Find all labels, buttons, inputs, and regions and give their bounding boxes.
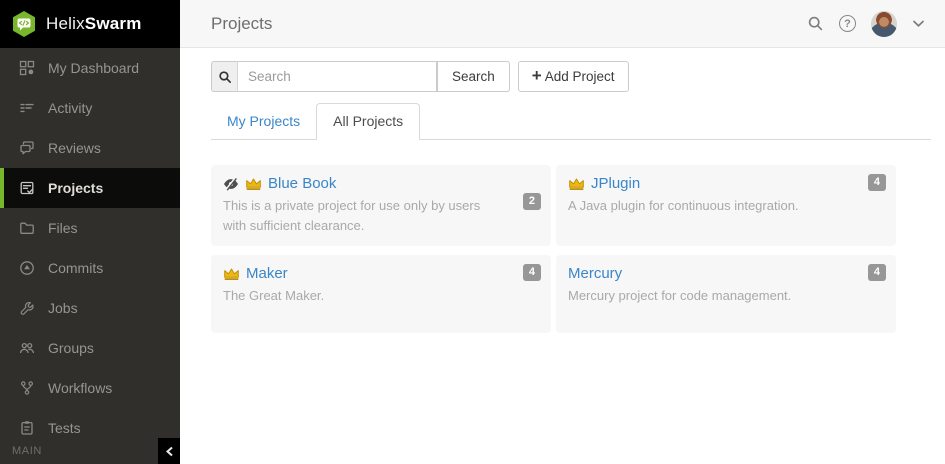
commit-icon: [19, 260, 35, 276]
projects-icon: [19, 180, 35, 196]
project-card-mercury[interactable]: Mercury Mercury project for code managem…: [556, 255, 896, 333]
owner-crown-icon: [568, 177, 585, 191]
sidebar-item-label: Activity: [48, 100, 92, 116]
helix-swarm-logo-icon: [11, 10, 37, 38]
wrench-icon: [19, 300, 35, 316]
help-icon[interactable]: ?: [839, 15, 856, 32]
project-description: Mercury project for code management.: [568, 286, 884, 306]
project-card-jplugin[interactable]: JPlugin A Java plugin for continuous int…: [556, 165, 896, 246]
owner-crown-icon: [245, 177, 262, 191]
workflow-icon: [19, 380, 35, 396]
main-area: Projects ?: [180, 0, 945, 464]
sidebar-item-label: Reviews: [48, 140, 101, 156]
sidebar-item-label: Workflows: [48, 380, 112, 396]
project-card-blue-book[interactable]: Blue Book This is a private project for …: [211, 165, 551, 246]
dashboard-icon: [19, 60, 35, 76]
header-actions: ?: [807, 11, 925, 37]
projects-toolbar: Search + Add Project: [211, 61, 931, 92]
sidebar-item-label: Groups: [48, 340, 94, 356]
review-count-badge: 4: [868, 174, 886, 191]
review-count-badge: 2: [523, 193, 541, 210]
private-eye-slash-icon: [223, 176, 239, 192]
owner-crown-icon: [223, 267, 240, 281]
review-count-badge: 4: [523, 264, 541, 281]
sidebar-footer-label: MAIN: [12, 445, 42, 457]
project-link[interactable]: Blue Book: [268, 175, 336, 192]
user-avatar[interactable]: [871, 11, 897, 37]
sidebar-footer: MAIN: [0, 438, 180, 464]
top-header: Projects ?: [180, 0, 945, 48]
sidebar-item-files[interactable]: Files: [0, 208, 180, 248]
content: Search + Add Project My Projects All Pro…: [180, 48, 945, 333]
project-link[interactable]: Maker: [246, 265, 288, 282]
tests-icon: [19, 420, 35, 436]
plus-icon: +: [532, 67, 542, 84]
add-project-label: Add Project: [545, 69, 615, 84]
chevron-down-icon[interactable]: [912, 19, 925, 28]
review-count-badge: 4: [868, 264, 886, 281]
chevron-left-icon: [165, 446, 174, 457]
project-link[interactable]: JPlugin: [591, 175, 640, 192]
search-group: Search: [211, 61, 510, 92]
sidebar-item-label: Tests: [48, 420, 81, 436]
folder-icon: [19, 220, 35, 236]
add-project-button[interactable]: + Add Project: [518, 61, 629, 92]
sidebar-nav: My Dashboard Activity Reviews: [0, 48, 180, 448]
projects-grid: Blue Book This is a private project for …: [211, 165, 931, 333]
sidebar-item-projects[interactable]: Projects: [0, 168, 180, 208]
sidebar: HelixSwarm My Dashboard Activity: [0, 0, 180, 464]
search-button[interactable]: Search: [437, 61, 510, 92]
reviews-icon: [19, 140, 35, 156]
help-glyph: ?: [844, 18, 851, 30]
groups-icon: [19, 340, 35, 356]
activity-icon: [19, 100, 35, 116]
page-title: Projects: [211, 14, 272, 34]
sidebar-item-reviews[interactable]: Reviews: [0, 128, 180, 168]
helix-swarm-app: HelixSwarm My Dashboard Activity: [0, 0, 945, 464]
sidebar-item-activity[interactable]: Activity: [0, 88, 180, 128]
sidebar-item-groups[interactable]: Groups: [0, 328, 180, 368]
sidebar-item-label: My Dashboard: [48, 60, 139, 76]
sidebar-item-label: Files: [48, 220, 78, 236]
sidebar-item-my-dashboard[interactable]: My Dashboard: [0, 48, 180, 88]
project-description: This is a private project for use only b…: [223, 196, 539, 236]
sidebar-item-label: Jobs: [48, 300, 78, 316]
sidebar-item-label: Projects: [48, 180, 103, 196]
sidebar-item-workflows[interactable]: Workflows: [0, 368, 180, 408]
search-addon-icon: [211, 61, 238, 92]
sidebar-item-jobs[interactable]: Jobs: [0, 288, 180, 328]
project-description: The Great Maker.: [223, 286, 539, 306]
project-description: A Java plugin for continuous integration…: [568, 196, 884, 216]
sidebar-item-commits[interactable]: Commits: [0, 248, 180, 288]
project-link[interactable]: Mercury: [568, 265, 622, 282]
sidebar-collapse-button[interactable]: [158, 438, 180, 464]
tab-my-projects[interactable]: My Projects: [211, 104, 316, 139]
sidebar-item-label: Commits: [48, 260, 103, 276]
brand-logo[interactable]: HelixSwarm: [0, 0, 180, 48]
search-icon[interactable]: [807, 15, 824, 32]
project-card-maker[interactable]: Maker The Great Maker. 4: [211, 255, 551, 333]
tab-all-projects[interactable]: All Projects: [316, 103, 420, 140]
projects-tabs: My Projects All Projects: [211, 103, 931, 140]
brand-name: HelixSwarm: [46, 14, 142, 34]
search-input[interactable]: [238, 61, 437, 92]
